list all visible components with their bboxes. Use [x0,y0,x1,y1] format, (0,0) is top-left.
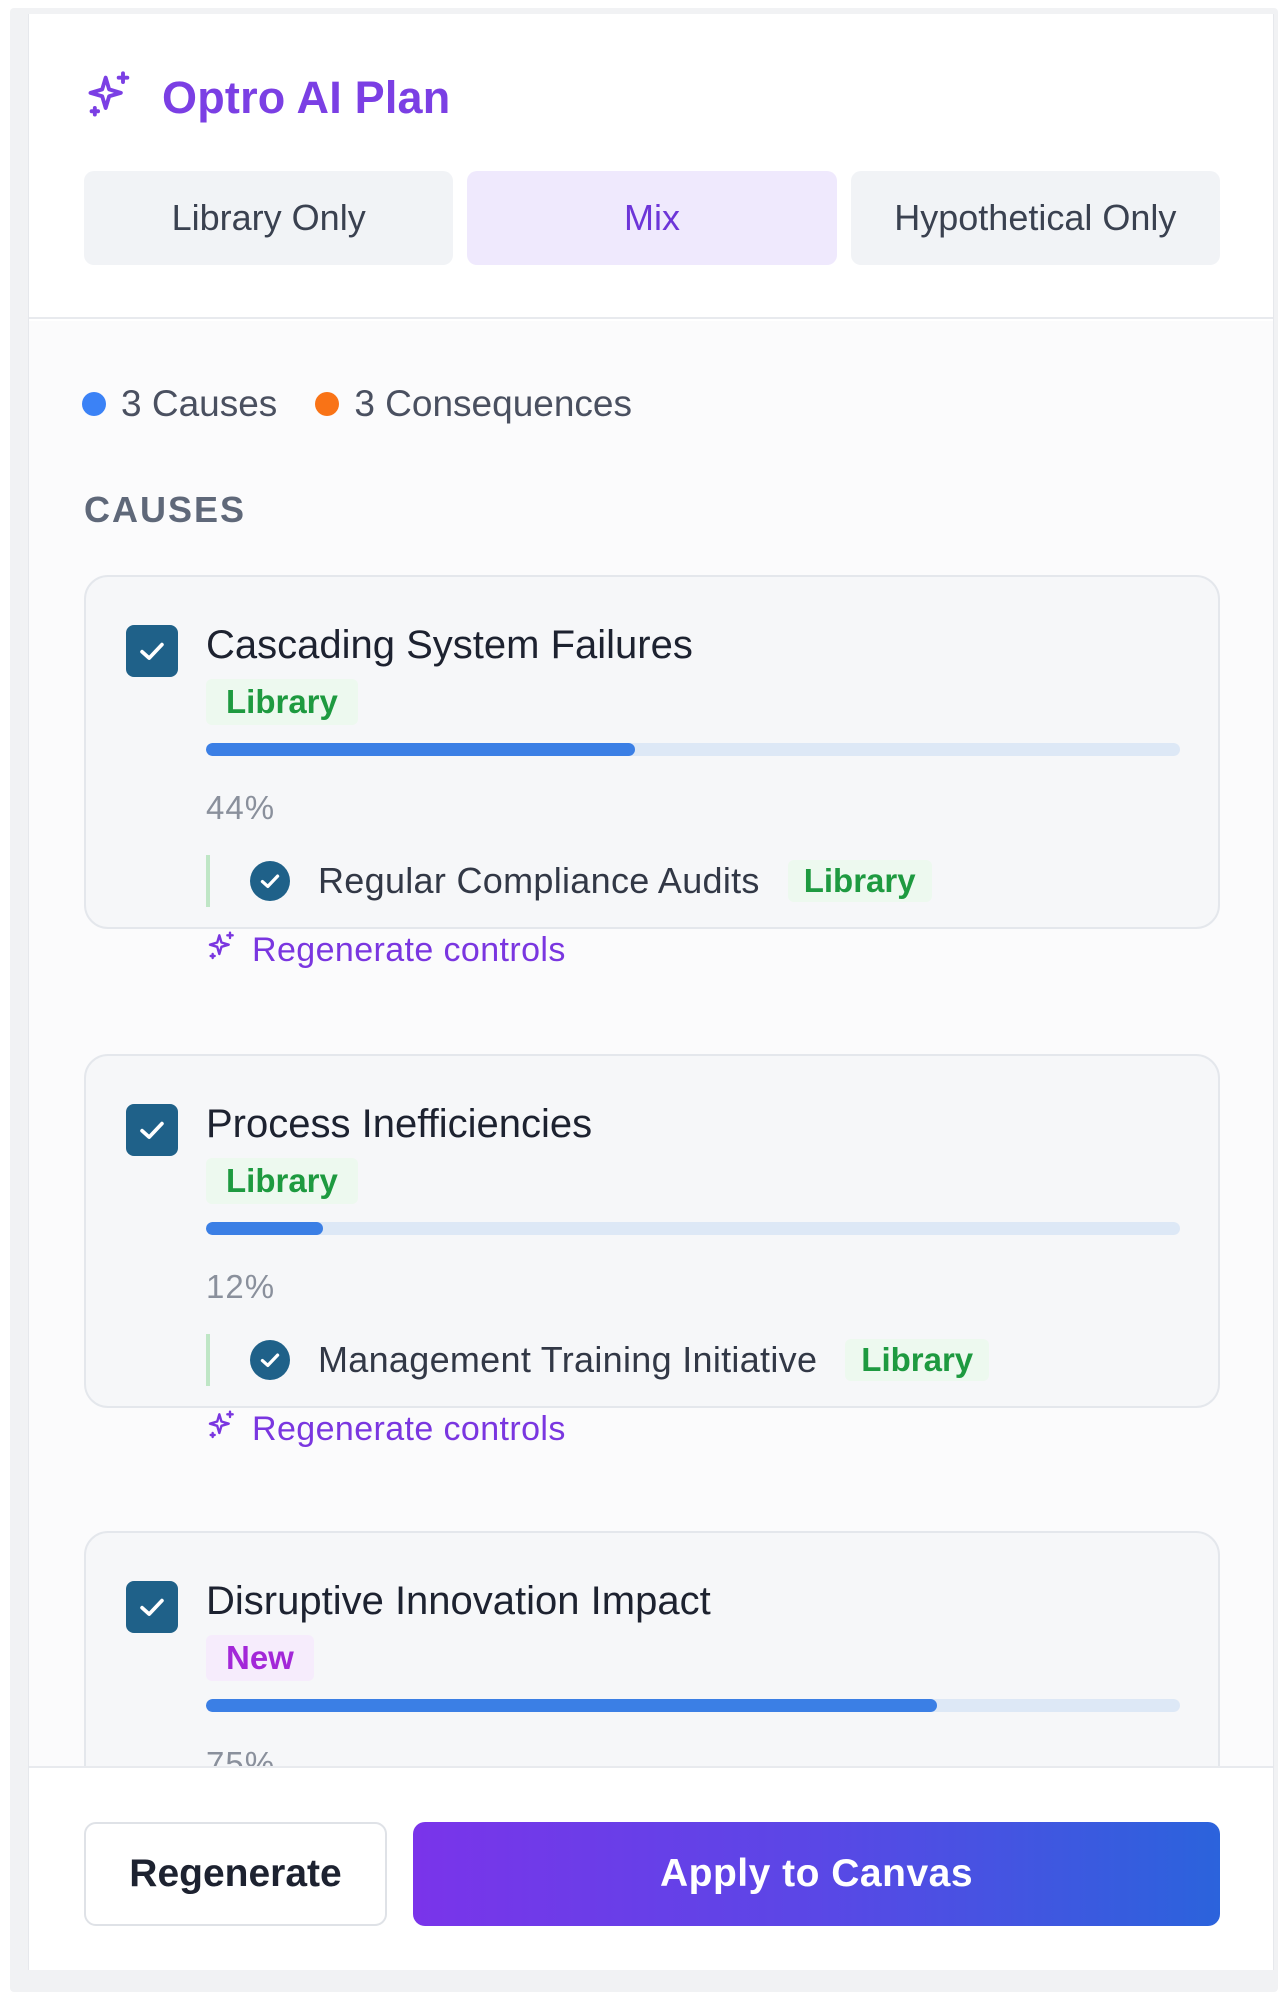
sparkles-icon [206,930,252,971]
likelihood-bar [206,1222,1180,1235]
source-tag: New [206,1635,314,1681]
cause-checkbox[interactable] [126,1104,178,1156]
mode-tab-mix[interactable]: Mix [467,171,837,265]
mode-selector: Library Only Mix Hypothetical Only [84,171,1220,265]
regenerate-controls-link[interactable]: Regenerate controls [206,1409,566,1450]
likelihood-bar-fill [206,1699,937,1712]
panel-footer: Regenerate Apply to Canvas [29,1766,1273,1970]
control-item: Regular Compliance Audits Library [206,855,932,907]
control-label: Regular Compliance Audits [318,860,760,901]
cause-card: Cascading System Failures Library 44% Re… [84,575,1220,969]
control-label: Management Training Initiative [318,1339,818,1380]
likelihood-bar [206,1699,1180,1712]
mode-tab-hypothetical-only[interactable]: Hypothetical Only [850,171,1220,265]
cause-checkbox[interactable] [126,1581,178,1633]
cause-title: Process Inefficiencies [206,1102,593,1146]
control-source-tag: Library [845,1339,990,1381]
consequences-count-label: 3 Consequences [354,383,633,424]
likelihood-bar-fill [206,743,635,756]
likelihood-bar-fill [206,1222,323,1235]
causes-count-label: 3 Causes [121,383,278,424]
causes-section-title: CAUSES [84,489,247,530]
source-tag: Library [206,679,358,725]
cause-title: Disruptive Innovation Impact [206,1579,711,1623]
control-checkbox[interactable] [250,1340,290,1380]
cause-checkbox[interactable] [126,625,178,677]
checkmark-icon [260,1353,280,1368]
control-source-tag: Library [787,860,932,902]
likelihood-percent: 12% [206,1268,276,1305]
causes-dot-icon [82,392,106,416]
consequences-dot-icon [315,392,340,416]
consequences-count: 3 Consequences [315,383,632,425]
source-tag: Library [206,1158,358,1204]
likelihood-percent: 44% [206,789,276,826]
checkmark-icon [140,642,164,660]
plan-content[interactable]: 3 Causes 3 Consequences CAUSES Cascading… [29,321,1273,1766]
regenerate-controls-label: Regenerate controls [252,1410,566,1448]
checkmark-icon [140,1121,164,1139]
cause-card: Disruptive Innovation Impact New 75% [84,1531,1220,1766]
likelihood-percent: 75% [206,1745,276,1766]
mode-tab-library-only[interactable]: Library Only [84,171,454,265]
panel-header: Optro AI Plan Library Only Mix Hypotheti… [29,14,1273,319]
apply-to-canvas-button[interactable]: Apply to Canvas [413,1822,1220,1926]
panel-title: Optro AI Plan [162,71,451,123]
sparkles-icon [84,69,136,126]
control-checkbox[interactable] [250,861,290,901]
summary-counts: 3 Causes 3 Consequences [82,383,670,425]
likelihood-bar [206,743,1180,756]
control-item: Management Training Initiative Library [206,1334,990,1386]
cause-card: Process Inefficiencies Library 12% Manag… [84,1054,1220,1448]
regenerate-button[interactable]: Regenerate [84,1822,387,1926]
cause-title: Cascading System Failures [206,623,693,667]
title-row: Optro AI Plan [84,69,450,126]
regenerate-controls-link[interactable]: Regenerate controls [206,930,566,971]
checkmark-icon [140,1598,164,1616]
sparkles-icon [206,1409,252,1450]
checkmark-icon [260,874,280,889]
regenerate-controls-label: Regenerate controls [252,931,566,969]
ai-plan-panel: Optro AI Plan Library Only Mix Hypotheti… [28,14,1274,1970]
causes-count: 3 Causes [82,383,277,425]
